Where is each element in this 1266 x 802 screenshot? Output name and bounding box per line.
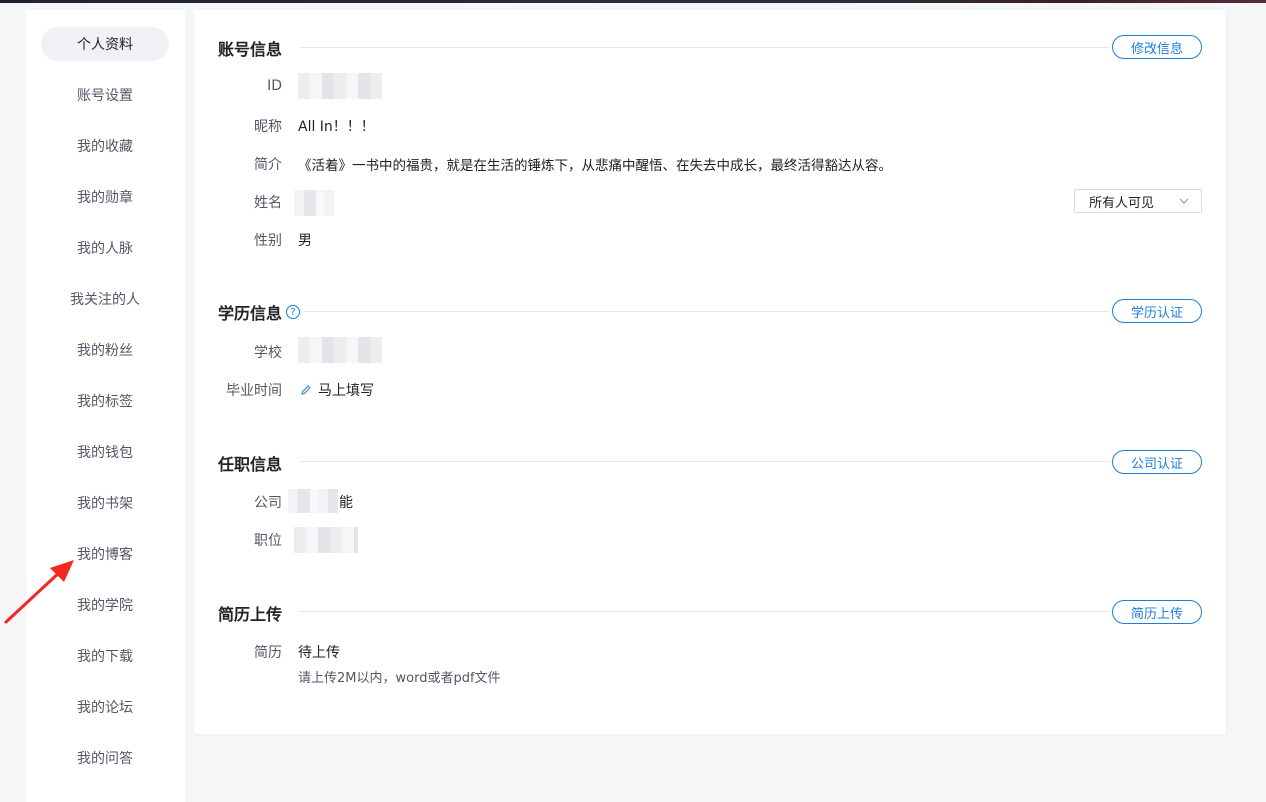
intro-value: 《活着》一书中的福贵，就是在生活的锤炼下，从悲痛中醒悟、在失去中成长，最终活得豁… xyxy=(298,158,892,174)
sidebar: 个人资料 账号设置 我的收藏 我的勋章 我的人脉 我关注的人 我的粉丝 我的标签… xyxy=(26,10,185,802)
intro-label: 简介 xyxy=(254,157,282,173)
sidebar-item-qa[interactable]: 我的问答 xyxy=(41,741,169,775)
divider xyxy=(304,311,1110,312)
visibility-select[interactable]: 所有人可见 xyxy=(1074,189,1202,213)
sidebar-item-tags[interactable]: 我的标签 xyxy=(41,384,169,418)
sidebar-item-connections[interactable]: 我的人脉 xyxy=(41,231,169,265)
job-section-title: 任职信息 xyxy=(218,455,283,474)
annotation-arrow-icon xyxy=(4,560,74,624)
company-verify-button[interactable]: 公司认证 xyxy=(1112,450,1202,474)
sidebar-item-favorites[interactable]: 我的收藏 xyxy=(41,129,169,163)
company-value-suffix: 能 xyxy=(339,495,353,511)
id-label: ID xyxy=(267,78,282,94)
sidebar-item-following[interactable]: 我关注的人 xyxy=(41,282,169,316)
graduation-label: 毕业时间 xyxy=(226,383,282,399)
sidebar-item-bookshelf[interactable]: 我的书架 xyxy=(41,486,169,520)
position-value-redacted xyxy=(294,527,358,553)
nickname-value: All In！！！ xyxy=(298,119,375,135)
sidebar-item-medals[interactable]: 我的勋章 xyxy=(41,180,169,214)
school-value-redacted xyxy=(298,337,382,363)
sidebar-item-forum[interactable]: 我的论坛 xyxy=(41,690,169,724)
account-section-title: 账号信息 xyxy=(218,40,283,59)
resume-label: 简历 xyxy=(254,645,282,661)
education-section-title: 学历信息 ? xyxy=(218,300,301,324)
education-verify-button[interactable]: 学历认证 xyxy=(1112,299,1202,323)
nickname-label: 昵称 xyxy=(254,119,282,135)
resume-hint: 请上传2M以内，word或者pdf文件 xyxy=(298,671,501,686)
sidebar-item-followers[interactable]: 我的粉丝 xyxy=(41,333,169,367)
top-accent-bar xyxy=(0,0,1266,3)
divider xyxy=(300,611,1110,612)
company-label: 公司 xyxy=(254,495,282,511)
profile-panel: 账号信息 修改信息 ID 昵称 All In！！！ 简介 《活着》一书中的福贵，… xyxy=(194,10,1226,734)
resume-status: 待上传 xyxy=(298,645,340,661)
sidebar-item-wallet[interactable]: 我的钱包 xyxy=(41,435,169,469)
resume-upload-button[interactable]: 简历上传 xyxy=(1112,600,1202,624)
chevron-down-icon xyxy=(1179,198,1189,204)
help-icon[interactable]: ? xyxy=(286,305,301,319)
name-label: 姓名 xyxy=(254,195,282,211)
position-label: 职位 xyxy=(254,533,282,549)
name-value-redacted xyxy=(294,190,334,216)
id-value-redacted xyxy=(298,73,382,99)
divider xyxy=(300,461,1110,462)
sidebar-item-downloads[interactable]: 我的下载 xyxy=(41,639,169,673)
divider xyxy=(300,47,1110,48)
sidebar-item-profile[interactable]: 个人资料 xyxy=(41,27,169,61)
pencil-icon xyxy=(301,385,311,395)
edit-info-button[interactable]: 修改信息 xyxy=(1112,35,1202,59)
company-value-redacted xyxy=(288,489,338,513)
resume-section-title: 简历上传 xyxy=(218,605,283,624)
fill-graduation-link[interactable]: 马上填写 xyxy=(300,380,374,400)
gender-label: 性别 xyxy=(254,233,282,249)
sidebar-item-account-settings[interactable]: 账号设置 xyxy=(41,78,169,112)
school-label: 学校 xyxy=(254,345,282,361)
fill-graduation-text: 马上填写 xyxy=(318,383,374,399)
gender-value: 男 xyxy=(298,233,312,249)
visibility-select-value: 所有人可见 xyxy=(1089,195,1155,211)
